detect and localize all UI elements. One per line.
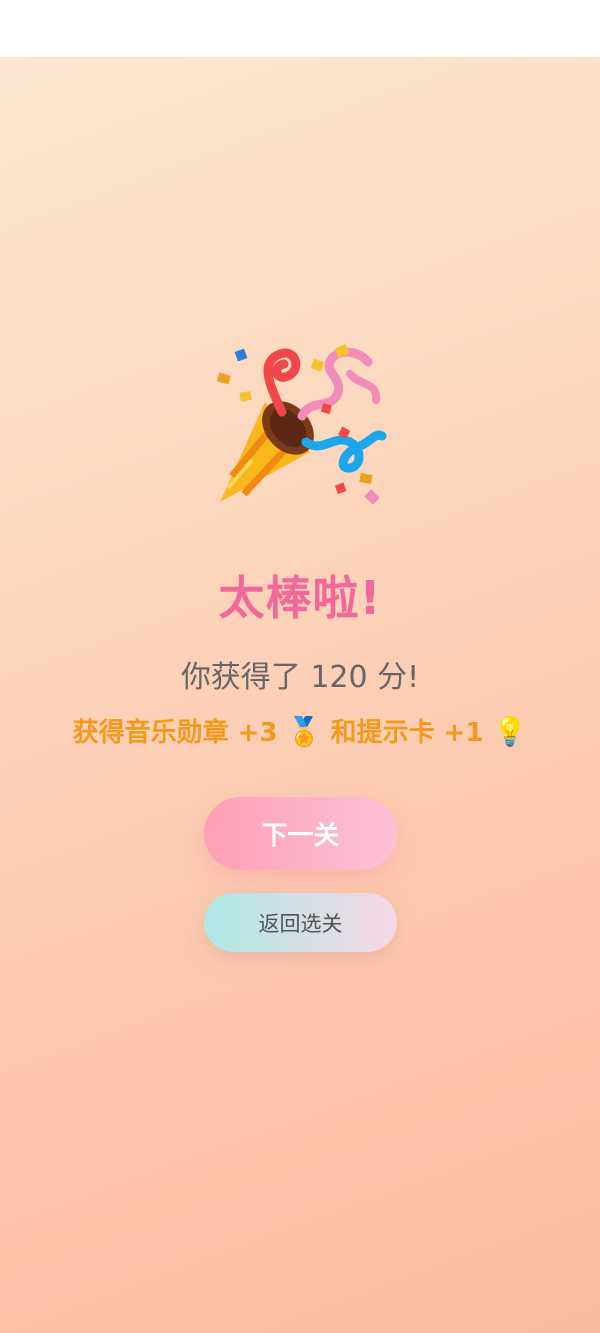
lightbulb-icon: 💡 [492, 715, 528, 748]
party-popper-icon [216, 343, 387, 505]
status-bar [0, 0, 600, 57]
reward-text: 获得音乐勋章 +3 🏅 和提示卡 +1 💡 [0, 712, 600, 749]
score-text: 你获得了 120 分! [180, 660, 420, 695]
back-to-levels-button[interactable]: 返回选关 [204, 893, 397, 952]
next-level-button[interactable]: 下一关 [204, 797, 397, 870]
level-complete-screen: 太棒啦! 你获得了 120 分! 获得音乐勋章 +3 🏅 和提示卡 +1 💡 下… [0, 57, 600, 1333]
page-title: 太棒啦! [218, 571, 382, 625]
hint-reward-label: 和提示卡 +1 [330, 718, 484, 748]
medal-reward-label: 获得音乐勋章 +3 [72, 718, 278, 748]
medal-icon: 🏅 [286, 715, 322, 748]
